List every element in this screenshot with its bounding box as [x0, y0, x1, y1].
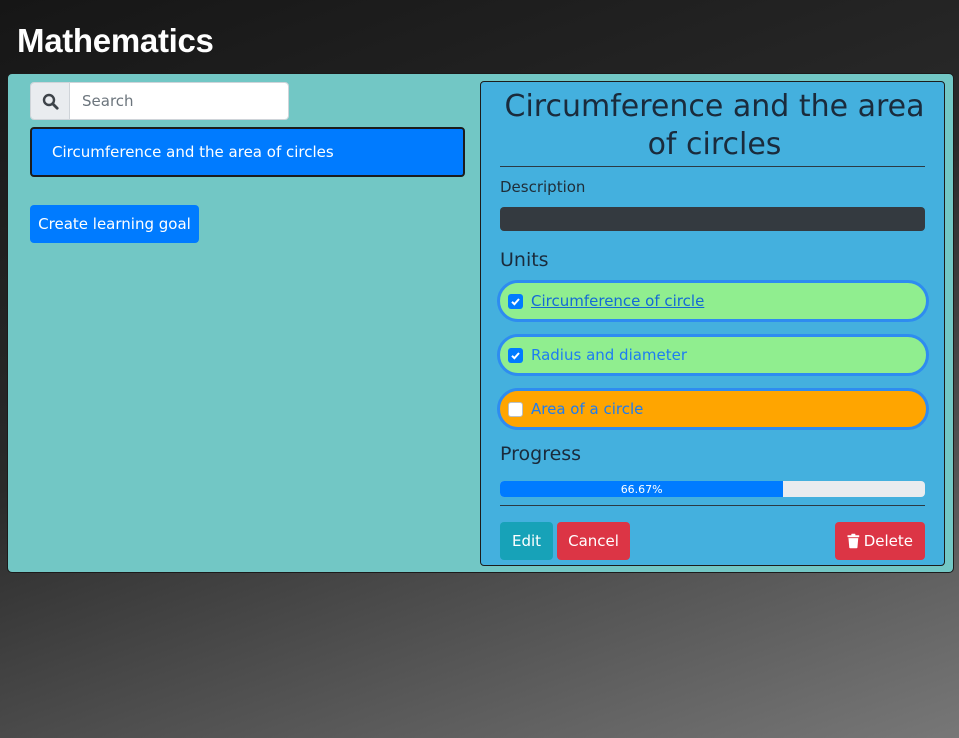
unit-label-link[interactable]: Circumference of circle: [531, 292, 704, 310]
cancel-button[interactable]: Cancel: [557, 522, 630, 560]
trash-icon: [847, 533, 860, 549]
unit-item[interactable]: Radius and diameter: [497, 334, 929, 376]
search-group: [30, 82, 289, 120]
units-heading: Units: [500, 249, 549, 271]
unit-label: Area of a circle: [531, 400, 644, 418]
delete-button-label: Delete: [863, 532, 913, 550]
unit-item[interactable]: Area of a circle: [497, 388, 929, 430]
search-input[interactable]: [70, 83, 288, 119]
checkbox-checked-icon[interactable]: [508, 293, 523, 309]
goal-title: Circumference and the area of circles: [504, 89, 925, 162]
main-panel: Circumference and the area of circles Cr…: [7, 73, 954, 573]
description-field[interactable]: [500, 207, 925, 231]
search-icon[interactable]: [31, 83, 70, 119]
progress-heading: Progress: [500, 443, 582, 465]
checkbox-checked-icon[interactable]: [508, 347, 523, 363]
delete-button[interactable]: Delete: [835, 522, 925, 560]
unit-item[interactable]: Circumference of circle: [497, 280, 929, 322]
progress-bar: 66.67%: [500, 481, 925, 497]
unit-label: Radius and diameter: [531, 346, 688, 364]
create-learning-goal-button[interactable]: Create learning goal: [30, 205, 199, 243]
goal-detail-card: Circumference and the area of circles De…: [480, 81, 945, 566]
title-divider: [500, 166, 925, 167]
goal-list-item[interactable]: Circumference and the area of circles: [30, 127, 465, 177]
goal-list-item-label: Circumference and the area of circles: [52, 143, 334, 161]
footer-divider: [500, 505, 925, 506]
edit-button[interactable]: Edit: [500, 522, 553, 560]
description-label: Description: [500, 178, 586, 196]
progress-fill: 66.67%: [500, 481, 784, 497]
checkbox-unchecked-icon[interactable]: [508, 401, 523, 417]
page-title: Mathematics: [17, 22, 214, 59]
